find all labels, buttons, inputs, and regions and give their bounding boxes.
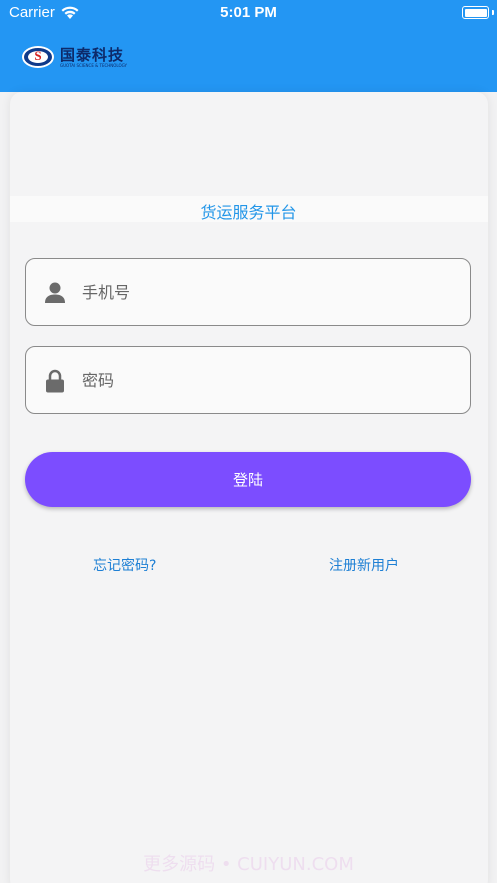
- app-header: Carrier 5:01 PM S 国泰科技 GUOTAI SCIENCE & …: [0, 0, 497, 92]
- logo-subtitle: GUOTAI SCIENCE & TECHNOLOGY: [60, 63, 127, 68]
- logo-name: 国泰科技: [60, 46, 125, 64]
- register-link[interactable]: 注册新用户: [329, 555, 399, 575]
- watermark: 更多源码 • CUIYUN.COM: [143, 854, 354, 875]
- password-input[interactable]: [82, 347, 462, 413]
- person-icon: [45, 282, 65, 303]
- clock: 5:01 PM: [220, 4, 277, 21]
- phone-field[interactable]: [25, 258, 471, 326]
- page-title: 货运服务平台: [200, 203, 297, 222]
- login-button[interactable]: 登陆: [25, 452, 471, 507]
- phone-input[interactable]: [82, 259, 462, 325]
- lock-icon: [46, 369, 64, 393]
- battery-icon: [462, 6, 489, 19]
- forgot-password-link[interactable]: 忘记密码?: [93, 555, 156, 575]
- status-bar: Carrier 5:01 PM: [0, 0, 497, 26]
- password-field[interactable]: [25, 346, 471, 414]
